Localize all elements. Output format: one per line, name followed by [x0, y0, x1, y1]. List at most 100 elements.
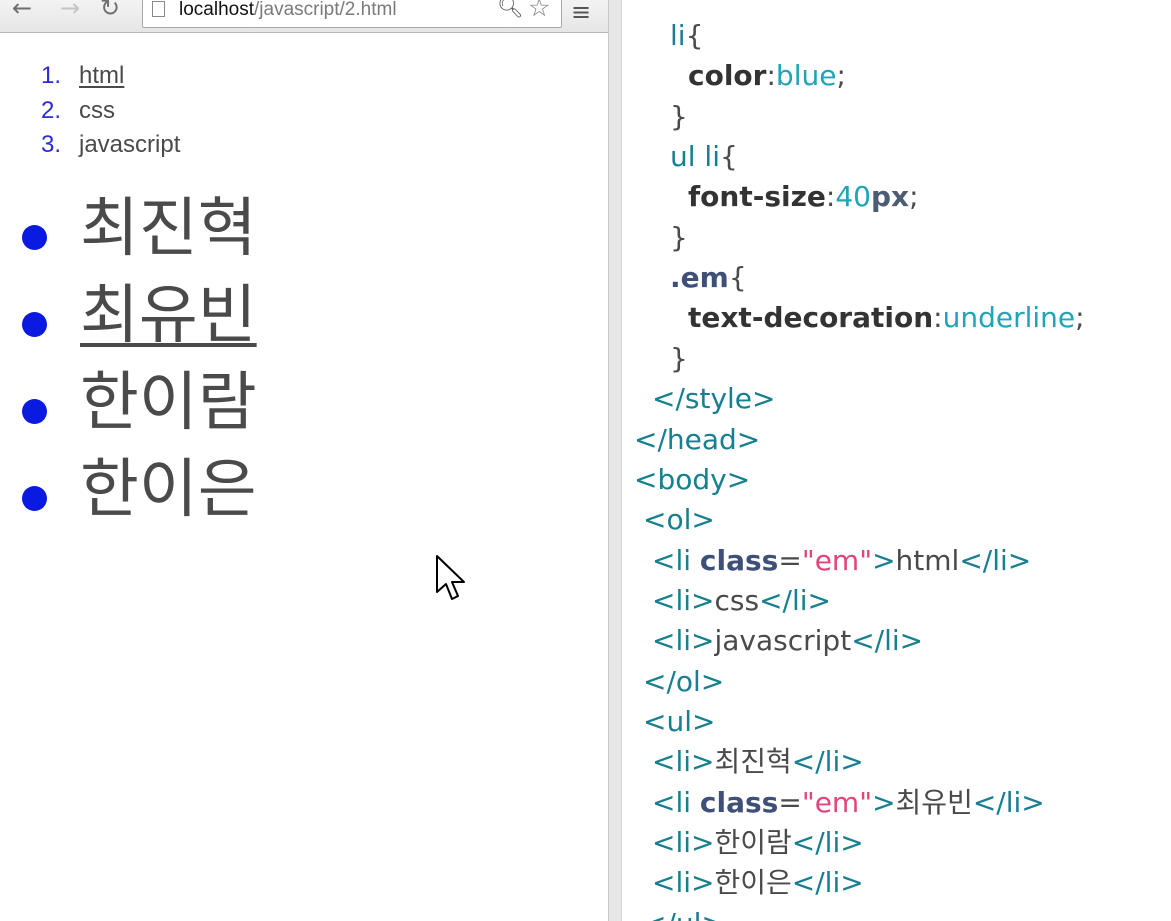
code-token: color	[688, 59, 767, 93]
forward-arrow-icon[interactable]: →	[60, 0, 80, 20]
code-token: {	[719, 140, 738, 174]
code-line[interactable]: text-decoration:underline;	[688, 299, 1085, 337]
list-item-text: 한이람	[80, 366, 257, 440]
bullet-icon	[22, 225, 47, 250]
code-line[interactable]: <li class="em">html</li>	[652, 542, 1031, 580]
code-token: =	[778, 785, 802, 819]
code-token: <ul>	[643, 704, 716, 738]
code-line[interactable]: <li>css</li>	[652, 582, 831, 620]
code-line[interactable]: <li>한이은</li>	[652, 864, 864, 902]
code-token: <body>	[634, 462, 751, 496]
list-item-text: 최유빈	[80, 279, 257, 353]
code-token: <li>	[652, 583, 715, 617]
back-arrow-icon[interactable]: ←	[12, 0, 32, 20]
list-number: 2.	[41, 96, 62, 124]
code-token: ;	[909, 180, 919, 214]
code-token: "em"	[801, 785, 873, 819]
code-line[interactable]: }	[670, 98, 688, 136]
code-line[interactable]: <body>	[634, 461, 750, 499]
code-line[interactable]: </style>	[652, 380, 776, 418]
code-token: text-decoration	[688, 301, 934, 335]
mouse-cursor-icon	[436, 555, 465, 600]
code-editor[interactable]: li{color:blue;} ul li{font-size:40px;} .em…	[622, 0, 1171, 921]
zoom-icon[interactable]: 🔍︎	[497, 0, 524, 20]
list-item: 최진혁	[0, 190, 400, 277]
list-item: 한이람	[0, 364, 400, 451]
code-token: </li>	[959, 543, 1032, 577]
code-line[interactable]: <li>최진혁</li>	[652, 743, 864, 781]
list-item-text: 최진혁	[80, 192, 257, 266]
code-token: blue	[775, 59, 837, 93]
code-line[interactable]: <ol>	[643, 501, 715, 539]
browser-toolbar: ← → ↻ localhost/javascript/2.html 🔍︎ ☆ ≡	[0, 0, 608, 33]
code-token: css	[714, 583, 760, 617]
url-host: localhost	[179, 0, 254, 20]
code-line[interactable]: ul li{	[670, 138, 738, 176]
url-text[interactable]: localhost/javascript/2.html	[179, 0, 397, 21]
code-token: }	[670, 99, 688, 133]
code-token: class	[699, 543, 779, 577]
code-token: ul li	[670, 140, 720, 174]
list-number: 1.	[41, 62, 62, 89]
code-line[interactable]: font-size:40px;	[688, 178, 919, 216]
code-token: px	[871, 180, 910, 214]
code-token: font-size	[688, 180, 826, 214]
code-token: :	[933, 301, 943, 335]
code-line[interactable]: }	[670, 340, 688, 378]
code-line[interactable]: <ul>	[643, 703, 715, 741]
code-token: :	[825, 180, 836, 214]
bullet-icon	[22, 486, 47, 511]
code-token: <li>	[652, 866, 715, 900]
code-token: "em"	[801, 543, 873, 577]
url-path: /javascript/2.html	[254, 0, 397, 20]
code-token: </style>	[652, 382, 776, 416]
code-token: </li>	[972, 785, 1045, 819]
code-token: >	[872, 785, 896, 819]
code-token: 최유빈	[895, 785, 973, 819]
code-line[interactable]: .em{	[670, 259, 747, 297]
code-token: 한이람	[714, 826, 792, 859]
code-line[interactable]: color:blue;	[688, 57, 846, 95]
list-number: 3.	[41, 131, 62, 158]
code-token: ;	[836, 59, 846, 93]
list-item-text: 한이은	[80, 453, 257, 527]
list-item: 최유빈	[0, 277, 400, 364]
code-line[interactable]: <li class="em">최유빈</li>	[652, 784, 1045, 822]
code-token: </li>	[791, 745, 864, 779]
code-token: <li>	[652, 745, 715, 779]
address-bar[interactable]: localhost/javascript/2.html 🔍︎ ☆	[142, 0, 562, 28]
code-token: :	[766, 59, 776, 93]
code-token: <li	[652, 543, 700, 577]
code-token: <li	[652, 785, 700, 819]
code-line[interactable]: </head>	[634, 421, 760, 459]
bullet-icon	[22, 312, 47, 337]
code-token: >	[872, 543, 896, 577]
code-token: underline	[942, 301, 1076, 335]
code-token: </li>	[851, 624, 924, 658]
code-line[interactable]: <li>javascript</li>	[652, 622, 923, 660]
code-line[interactable]: </ul>	[643, 905, 725, 921]
star-icon[interactable]: ☆	[528, 0, 550, 22]
code-token: li	[670, 19, 686, 52]
bullet-icon	[22, 399, 47, 424]
code-token: .em	[670, 261, 729, 295]
unordered-list: 최진혁 최유빈 한이람 한이은	[0, 190, 400, 538]
menu-icon[interactable]: ≡	[571, 0, 591, 26]
code-token: <li>	[652, 624, 715, 658]
reload-icon[interactable]: ↻	[100, 0, 120, 20]
code-line[interactable]: }	[670, 219, 688, 257]
code-token: 40	[835, 180, 871, 214]
code-token: 한이은	[714, 866, 792, 900]
code-line[interactable]: </ol>	[643, 663, 724, 701]
code-token: </li>	[759, 583, 831, 617]
window-divider[interactable]	[608, 0, 622, 921]
code-token: </li>	[791, 826, 864, 859]
code-line[interactable]: li{	[670, 17, 703, 55]
list-item-text: javascript	[79, 131, 181, 158]
code-token: <li>	[652, 826, 715, 859]
code-token: </li>	[791, 866, 864, 900]
code-token: ;	[1075, 301, 1085, 335]
code-token: </head>	[634, 422, 761, 456]
code-token: {	[728, 261, 747, 295]
code-line[interactable]: <li>한이람</li>	[652, 824, 864, 862]
